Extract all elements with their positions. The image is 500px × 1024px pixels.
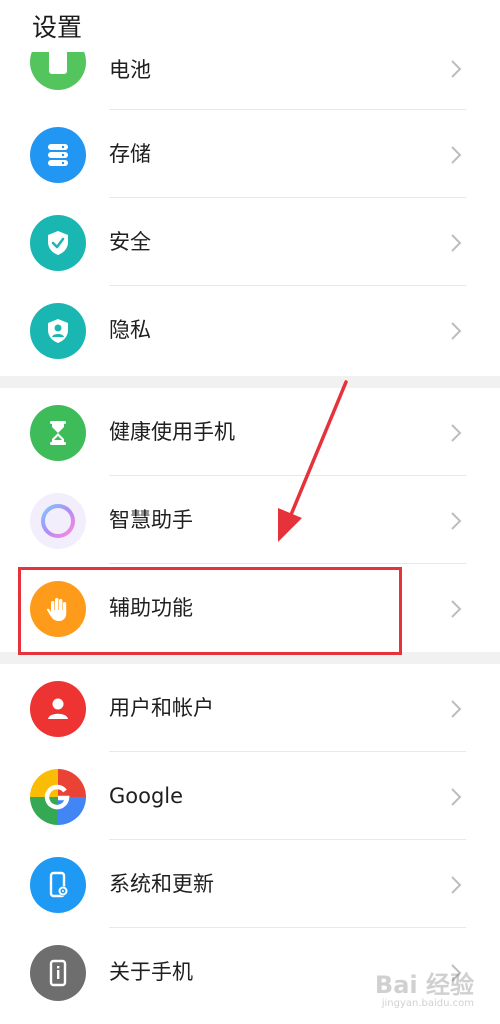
settings-item-privacy[interactable]: 隐私: [0, 286, 500, 374]
system-update-icon: [30, 857, 86, 913]
settings-item-label: 隐私: [109, 318, 151, 342]
settings-item-label: 电池: [109, 58, 151, 82]
phone-info-icon: [30, 945, 86, 1001]
chevron-right-icon: [451, 788, 462, 806]
settings-item-label: 安全: [109, 230, 151, 254]
chevron-right-icon: [451, 424, 462, 442]
settings-item-label: 关于手机: [109, 960, 193, 984]
hourglass-icon: [30, 405, 86, 461]
google-icon: [30, 769, 86, 825]
settings-item-system-update[interactable]: 系统和更新: [0, 840, 500, 928]
annotation-arrow-icon: [278, 380, 348, 542]
settings-item-label: 健康使用手机: [109, 420, 235, 444]
chevron-right-icon: [451, 876, 462, 894]
page-title: 设置: [32, 8, 103, 48]
shield-icon: [30, 215, 86, 271]
settings-item-digital-balance[interactable]: 健康使用手机: [0, 388, 500, 476]
chevron-right-icon: [451, 60, 462, 78]
settings-item-label: 智慧助手: [109, 508, 193, 532]
chevron-right-icon: [451, 964, 462, 982]
chevron-right-icon: [451, 512, 462, 530]
settings-item-security[interactable]: 安全: [0, 198, 500, 286]
settings-item-about-phone[interactable]: 关于手机: [0, 928, 500, 1016]
chevron-right-icon: [451, 146, 462, 164]
settings-item-smart-assistant[interactable]: 智慧助手: [0, 476, 500, 564]
settings-item-users-accounts[interactable]: 用户和帐户: [0, 664, 500, 752]
privacy-icon: [30, 303, 86, 359]
settings-item-google[interactable]: Google: [0, 752, 500, 840]
assistant-icon: [30, 493, 86, 549]
settings-screen: 设置 电池 存储 安全 隐私 健康使用手机 智慧助手 辅助功能 用户和帐户 Go…: [0, 0, 500, 1024]
chevron-right-icon: [451, 600, 462, 618]
settings-item-label: 用户和帐户: [109, 696, 214, 720]
section-gap: [0, 376, 500, 388]
highlight-box: [18, 567, 402, 655]
storage-icon: [30, 127, 86, 183]
settings-item-storage[interactable]: 存储: [0, 110, 500, 198]
settings-item-label: Google: [109, 784, 184, 808]
chevron-right-icon: [451, 322, 462, 340]
settings-item-label: 存储: [109, 142, 151, 166]
settings-group-1: 电池 存储 安全 隐私: [0, 22, 500, 378]
settings-group-3: 用户和帐户 Google 系统和更新 关于手机: [0, 664, 500, 1024]
settings-item-label: 系统和更新: [109, 872, 214, 896]
chevron-right-icon: [451, 700, 462, 718]
user-icon: [30, 681, 86, 737]
chevron-right-icon: [451, 234, 462, 252]
